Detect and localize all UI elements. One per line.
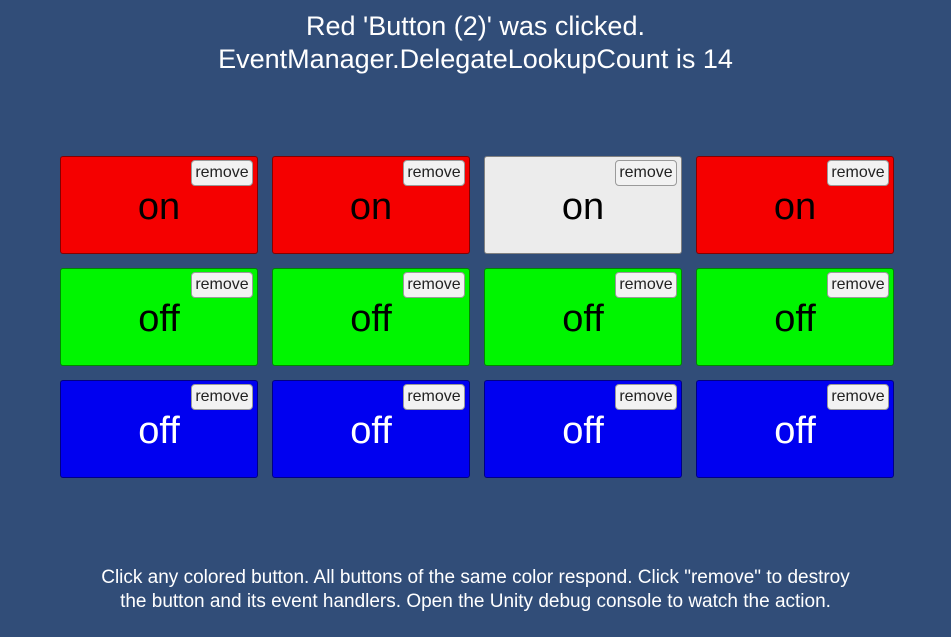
red-button[interactable]: on remove: [272, 156, 470, 254]
remove-button[interactable]: remove: [615, 272, 677, 298]
remove-button[interactable]: remove: [615, 160, 677, 186]
green-button[interactable]: off remove: [696, 268, 894, 366]
button-state-label: on: [137, 186, 181, 228]
button-state-label: off: [350, 298, 392, 340]
status-line-clicked: Red 'Button (2)' was clicked.: [306, 11, 645, 41]
remove-button[interactable]: remove: [403, 384, 465, 410]
remove-button[interactable]: remove: [403, 160, 465, 186]
button-grid: on remove on remove on remove on remove …: [60, 156, 894, 478]
instructions-line-1: Click any colored button. All buttons of…: [101, 567, 850, 588]
remove-button[interactable]: remove: [827, 384, 889, 410]
blue-button[interactable]: off remove: [696, 380, 894, 478]
green-button[interactable]: off remove: [484, 268, 682, 366]
button-state-label: off: [774, 298, 816, 340]
green-button[interactable]: off remove: [272, 268, 470, 366]
button-state-label: off: [774, 410, 816, 452]
button-state-label: on: [349, 186, 393, 228]
status-line-lookup-count: EventManager.DelegateLookupCount is 14: [218, 44, 733, 74]
instructions-line-2: the button and its event handlers. Open …: [120, 591, 831, 612]
remove-button[interactable]: remove: [827, 272, 889, 298]
blue-button[interactable]: off remove: [60, 380, 258, 478]
button-state-label: off: [350, 410, 392, 452]
red-button-highlighted[interactable]: on remove: [484, 156, 682, 254]
button-state-label: off: [138, 298, 180, 340]
remove-button[interactable]: remove: [827, 160, 889, 186]
button-state-label: on: [773, 186, 817, 228]
button-state-label: on: [561, 186, 605, 228]
green-button[interactable]: off remove: [60, 268, 258, 366]
button-state-label: off: [562, 298, 604, 340]
remove-button[interactable]: remove: [191, 160, 253, 186]
instructions: Click any colored button. All buttons of…: [0, 566, 951, 614]
button-state-label: off: [138, 410, 180, 452]
status-message: Red 'Button (2)' was clicked. EventManag…: [0, 10, 951, 76]
remove-button[interactable]: remove: [191, 272, 253, 298]
remove-button[interactable]: remove: [403, 272, 465, 298]
button-state-label: off: [562, 410, 604, 452]
blue-button[interactable]: off remove: [272, 380, 470, 478]
red-button[interactable]: on remove: [696, 156, 894, 254]
remove-button[interactable]: remove: [191, 384, 253, 410]
remove-button[interactable]: remove: [615, 384, 677, 410]
red-button[interactable]: on remove: [60, 156, 258, 254]
blue-button[interactable]: off remove: [484, 380, 682, 478]
